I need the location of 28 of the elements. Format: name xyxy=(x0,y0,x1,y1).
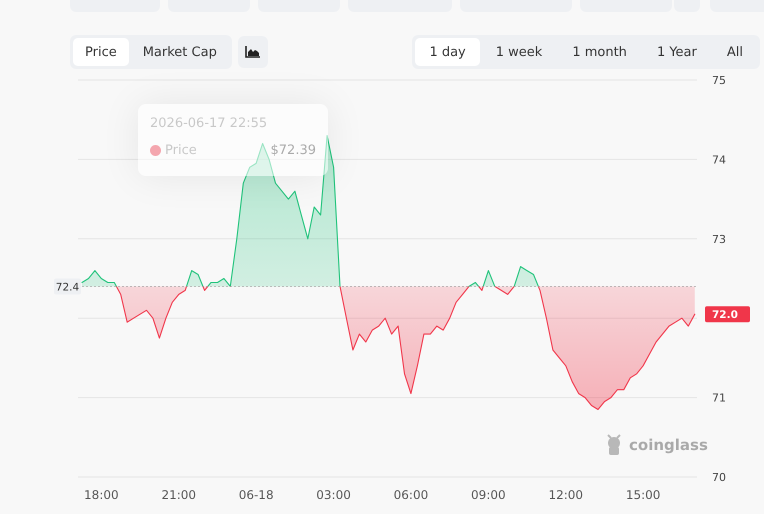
x-axis-label: 12:00 xyxy=(548,488,584,502)
range-tab[interactable]: 1 week xyxy=(482,38,556,66)
x-axis-label: 06-18 xyxy=(238,488,274,502)
x-axis-label: 15:00 xyxy=(626,488,660,502)
metric-tab[interactable]: Price xyxy=(73,38,129,66)
ref-line: 72.4 xyxy=(54,278,698,294)
range-tab[interactable]: 1 Year xyxy=(642,38,711,66)
x-axis-label: 21:00 xyxy=(161,488,196,502)
watermark-text: coinglass xyxy=(629,436,708,454)
x-axis-label: 06:00 xyxy=(394,488,428,502)
x-axis-label: 03:00 xyxy=(316,488,351,502)
range-tab[interactable]: 1 month xyxy=(558,38,641,66)
x-axis-label: 09:00 xyxy=(471,488,506,502)
y-axis-label: 70 xyxy=(712,471,726,484)
y-axis-label: 71 xyxy=(712,392,726,405)
range-tab[interactable]: All xyxy=(712,38,757,66)
current-price-tag: 72.0 xyxy=(705,306,750,322)
metric-tab[interactable]: Market Cap xyxy=(130,38,229,66)
y-axis-label: 73 xyxy=(712,232,726,246)
ref-line-label: 72.4 xyxy=(56,281,80,294)
tooltip-value: $72.39 xyxy=(270,143,316,158)
y-axis-label: 75 xyxy=(712,74,726,87)
y-axis-label: 74 xyxy=(712,153,726,166)
area-chart-button[interactable] xyxy=(238,36,268,68)
area-chart-icon xyxy=(245,46,260,58)
x-axis-label: 18:00 xyxy=(84,488,119,502)
range-tab[interactable]: 1 day xyxy=(415,38,480,66)
watermark-logo-icon xyxy=(607,434,621,455)
